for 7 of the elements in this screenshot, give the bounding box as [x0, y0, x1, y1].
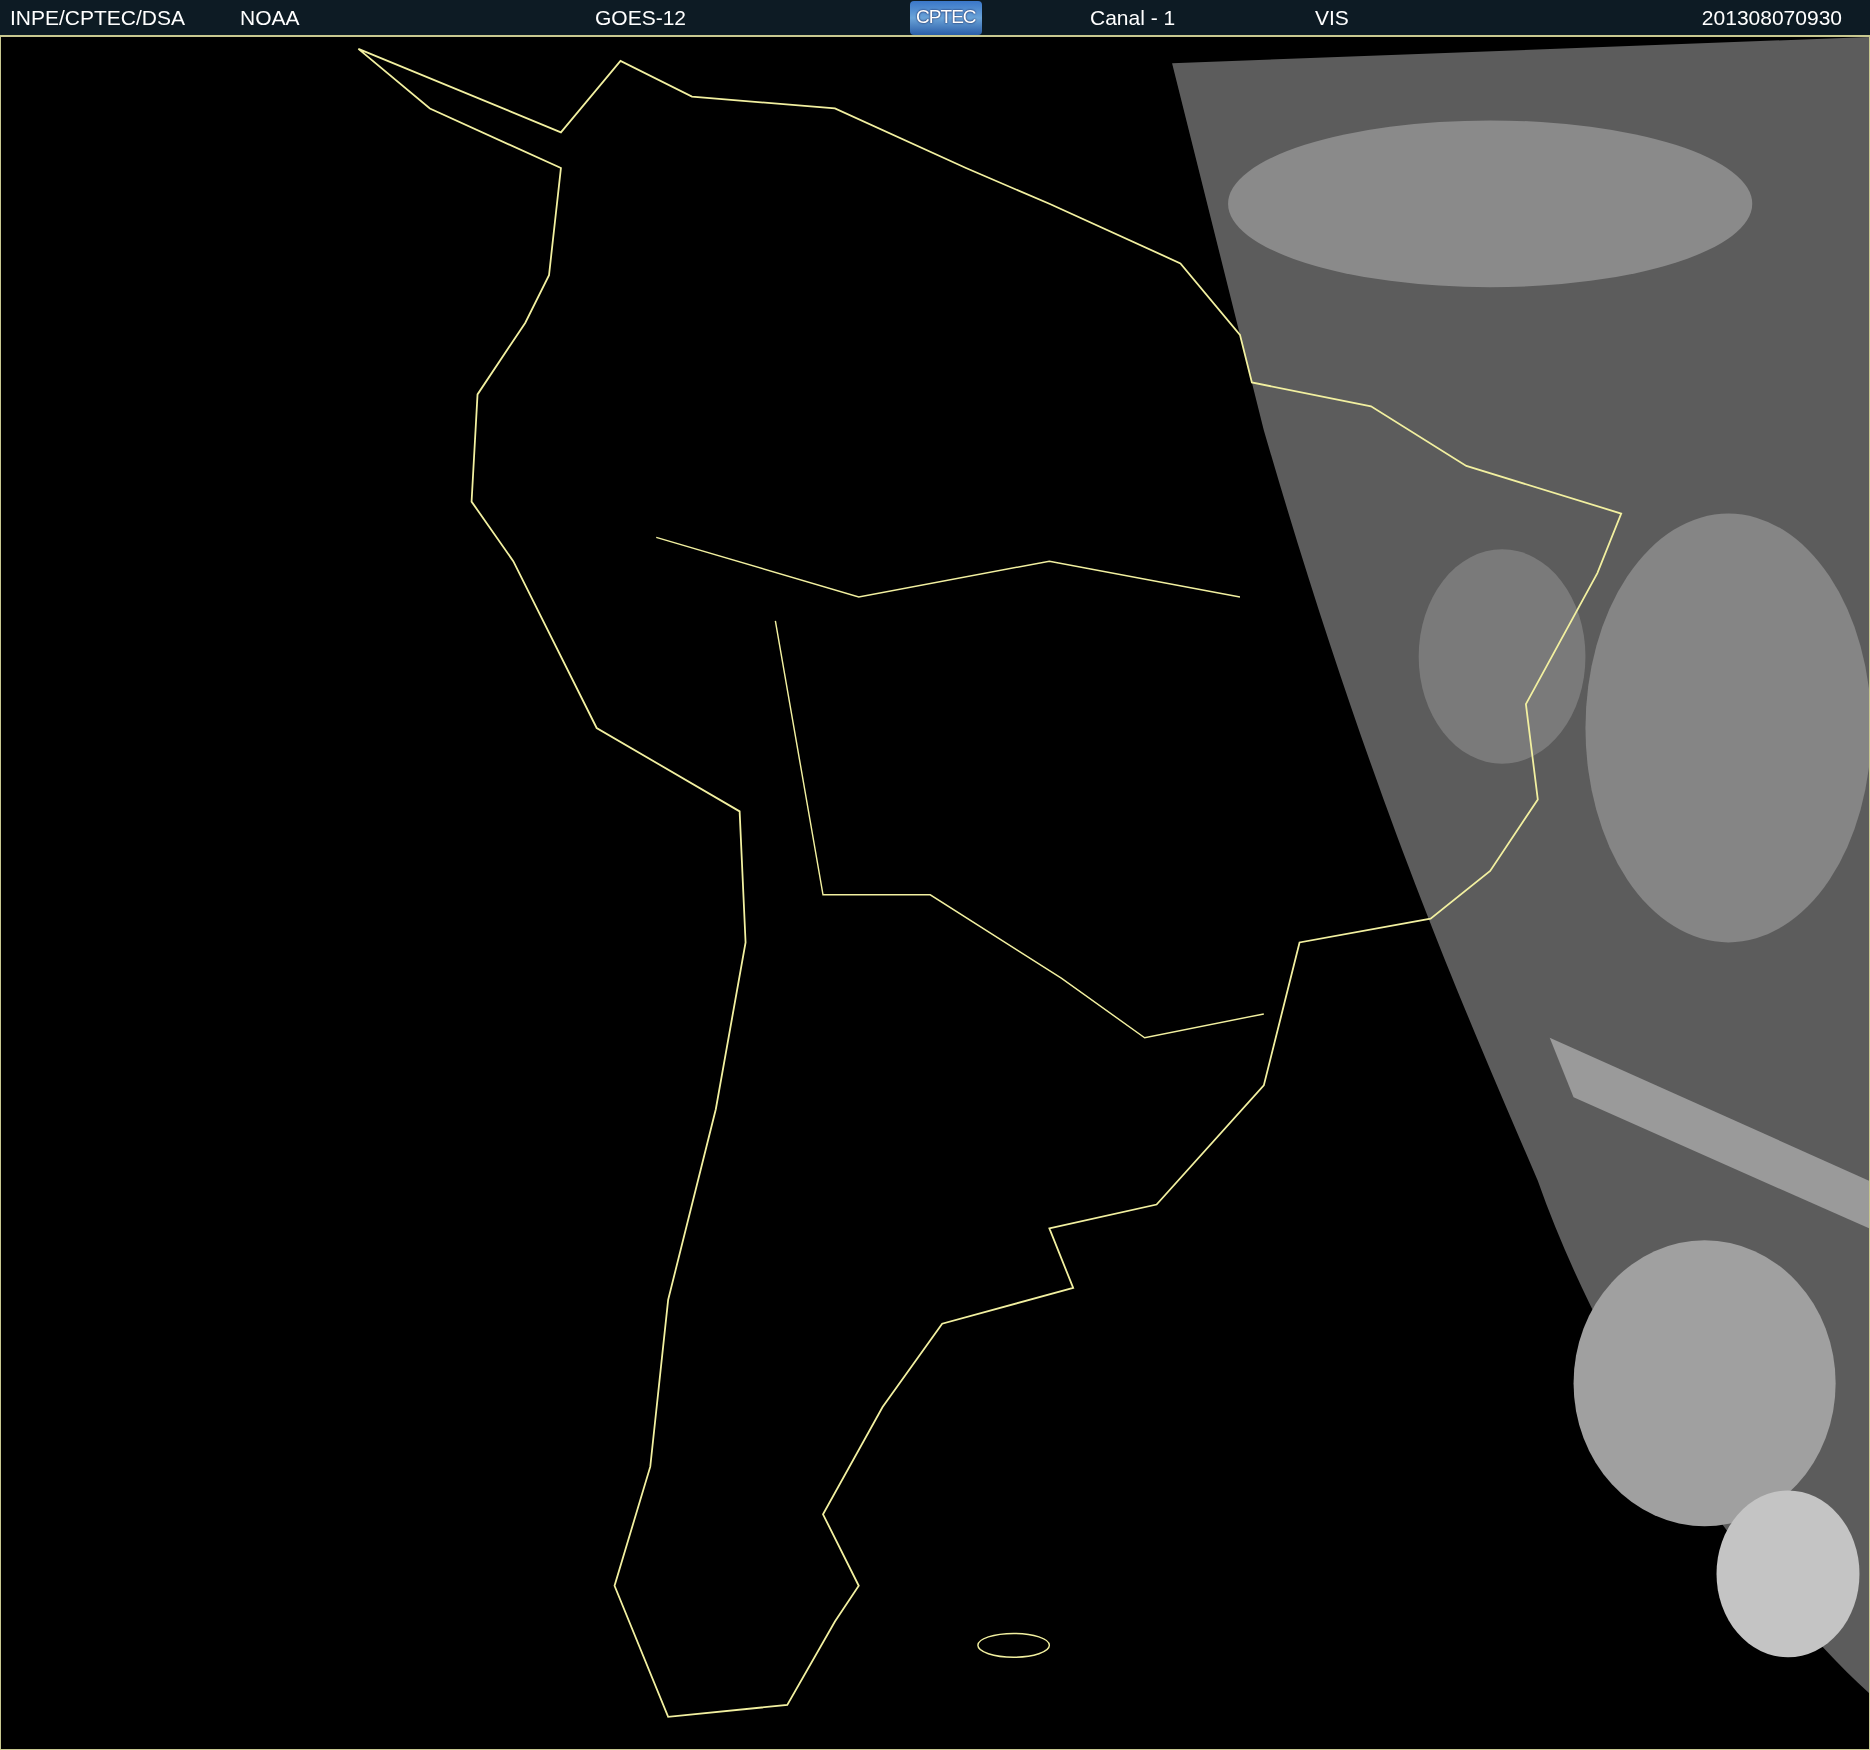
channel-label: Canal - 1 — [1089, 4, 1177, 31]
timestamp-label: 201308070930 — [1700, 4, 1843, 31]
band-label: VIS — [1315, 4, 1350, 31]
cptec-logo: CPTEC — [910, 0, 982, 35]
satellite-label: GOES-12 — [595, 4, 688, 31]
source-label: INPE/CPTEC/DSA — [9, 4, 187, 31]
agency-label: NOAA — [240, 4, 301, 31]
